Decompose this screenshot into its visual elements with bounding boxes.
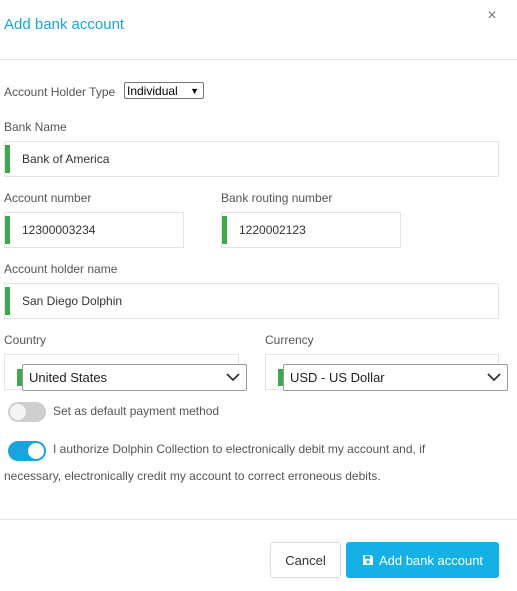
bank-name-input[interactable]: Bank of America bbox=[4, 141, 499, 177]
currency-value: USD - US Dollar bbox=[290, 370, 385, 385]
footer-divider bbox=[0, 519, 517, 520]
toggle-knob bbox=[28, 443, 44, 459]
valid-indicator bbox=[222, 216, 227, 244]
country-value: United States bbox=[29, 370, 108, 385]
country-select[interactable]: United States bbox=[22, 364, 247, 391]
currency-select[interactable]: USD - US Dollar bbox=[283, 364, 508, 391]
bank-name-value: Bank of America bbox=[22, 152, 110, 166]
authorize-label-line1: I authorize Dolphin Collection to electr… bbox=[53, 442, 426, 456]
chevron-down-icon bbox=[226, 373, 240, 382]
toggle-knob bbox=[10, 404, 26, 420]
cancel-label: Cancel bbox=[285, 552, 326, 568]
holder-name-label: Account holder name bbox=[4, 262, 118, 276]
add-bank-account-button[interactable]: Add bank account bbox=[346, 542, 499, 578]
holder-name-value: San Diego Dolphin bbox=[22, 294, 123, 308]
holder-type-label: Account Holder Type bbox=[4, 85, 116, 99]
holder-type-select[interactable]: Individual ▼ bbox=[124, 82, 204, 99]
routing-number-input[interactable]: 1220002123 bbox=[221, 212, 401, 248]
holder-name-input[interactable]: San Diego Dolphin bbox=[4, 283, 499, 319]
bank-name-label: Bank Name bbox=[4, 120, 67, 134]
authorize-label-line2: necessary, electronically credit my acco… bbox=[4, 469, 381, 483]
header-divider bbox=[0, 59, 517, 60]
valid-indicator bbox=[5, 216, 10, 244]
close-icon[interactable]: × bbox=[484, 6, 500, 26]
dialog-title: Add bank account bbox=[4, 16, 125, 33]
account-number-label: Account number bbox=[4, 191, 92, 205]
add-bank-account-label: Add bank account bbox=[378, 552, 484, 568]
currency-label: Currency bbox=[265, 333, 314, 347]
holder-type-value: Individual bbox=[127, 84, 178, 98]
authorize-toggle[interactable] bbox=[8, 441, 46, 461]
account-number-value: 12300003234 bbox=[22, 223, 96, 237]
valid-indicator bbox=[5, 287, 10, 315]
chevron-down-icon bbox=[487, 373, 501, 382]
caret-down-icon: ▼ bbox=[190, 86, 199, 96]
default-payment-toggle[interactable] bbox=[8, 402, 46, 422]
account-number-input[interactable]: 12300003234 bbox=[4, 212, 184, 248]
default-payment-label: Set as default payment method bbox=[53, 404, 220, 418]
routing-number-label: Bank routing number bbox=[221, 191, 333, 205]
valid-indicator bbox=[5, 145, 10, 173]
country-label: Country bbox=[4, 333, 47, 347]
save-icon bbox=[362, 555, 373, 565]
routing-number-value: 1220002123 bbox=[239, 223, 306, 237]
cancel-button[interactable]: Cancel bbox=[270, 542, 341, 578]
